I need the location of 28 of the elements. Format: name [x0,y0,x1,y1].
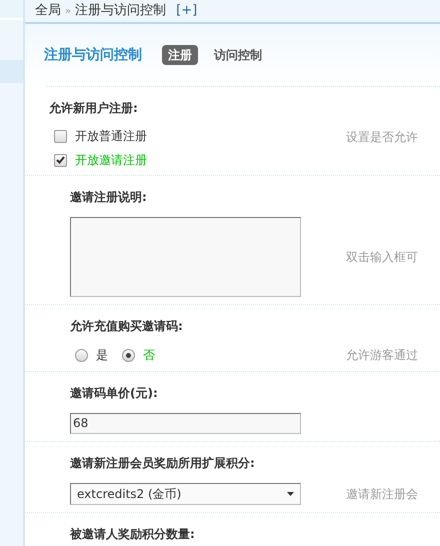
radio-button[interactable] [75,348,88,362]
setting-hint: 邀请新注册会 [346,486,418,503]
breadcrumb-separator: » [65,4,72,18]
checkmark-icon [56,156,65,164]
radio-label[interactable]: 是 [96,347,108,363]
setting-label: 邀请码单价(元): [70,386,158,400]
setting-label: 邀请注册说明: [70,190,147,204]
tab[interactable]: 访问控制 [208,45,268,65]
breadcrumb-item[interactable]: 全局 [35,1,61,21]
setting-hint: 设置是否允许 [346,129,418,146]
setting-hint: 允许游客通过 [346,347,418,364]
tab[interactable]: 注册 [162,45,198,65]
setting-hint: 双击输入框可 [346,249,418,266]
page-title: 注册与访问控制 [44,46,142,64]
checkbox[interactable] [54,130,67,142]
setting-label: 被邀请人奖励积分数量: [70,527,195,541]
caret-icon [287,492,294,496]
checkbox-label[interactable]: 开放普通注册 [75,128,147,144]
checkbox[interactable] [54,154,67,166]
setting-label: 允许充值购买邀请码: [70,319,183,333]
add-link[interactable]: [+] [176,1,198,21]
setting-label: 允许新用户注册: [49,101,138,115]
breadcrumb-item: 注册与访问控制 [75,2,166,20]
text-area[interactable] [70,217,301,297]
radio-button[interactable] [122,348,135,362]
select-dropdown[interactable]: extcredits2 (金币) [70,483,301,505]
setting-label: 邀请新注册会员奖励所用扩展积分: [70,456,255,470]
input-field[interactable]: 68 [70,413,301,434]
